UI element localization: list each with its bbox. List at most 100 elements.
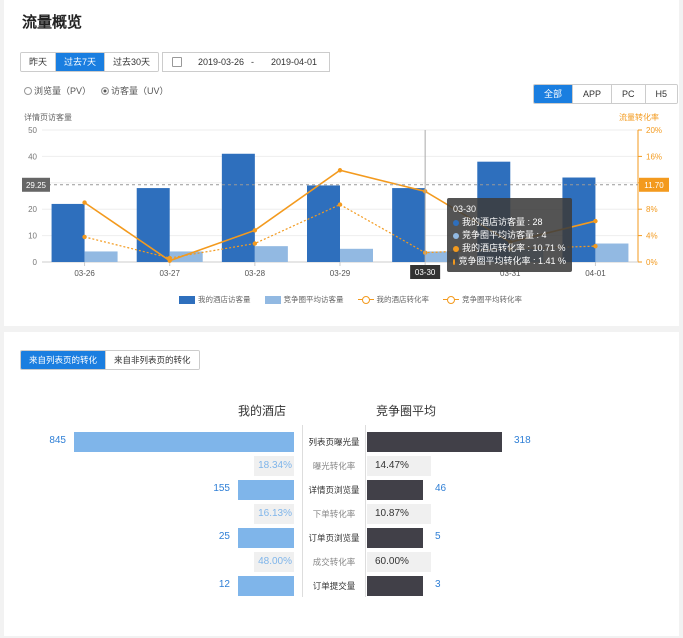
legend-line-icon — [357, 295, 374, 304]
funnel-bar-my-hotel — [238, 528, 294, 548]
date-separator: - — [251, 57, 254, 67]
bar-comp-visitors — [84, 251, 118, 262]
bar-comp-visitors — [595, 243, 629, 262]
funnel-rate-comp: 10.87% — [367, 504, 431, 524]
y2-tick-label: 20% — [646, 126, 662, 135]
tab-non-list-conversion[interactable]: 来自非列表页的转化 — [106, 351, 199, 369]
point-comp-rate — [252, 241, 258, 246]
radio-checked-icon — [101, 86, 110, 95]
bar-my-visitors — [51, 203, 85, 262]
funnel-stage-row: 12 3 订单提交量 — [4, 576, 679, 596]
funnel-value-my-hotel: 155 — [213, 483, 230, 494]
funnel-rate-comp: 14.47% — [367, 456, 431, 476]
funnel-bar-my-hotel — [238, 480, 294, 500]
tab-last-7-days[interactable]: 过去7天 — [56, 53, 106, 71]
legend-item-my-rate[interactable]: 我的酒店转化率 — [357, 294, 430, 305]
bar-comp-visitors — [254, 246, 288, 262]
radio-pv-label: 浏览量（PV） — [34, 86, 92, 96]
funnel-rate-row: 16.13% 10.87% 下单转化率 — [4, 504, 679, 524]
bar-my-visitors — [307, 185, 340, 262]
tooltip-row-text: 我的酒店转化率 : 10.71 % — [462, 243, 566, 253]
legend-swatch — [264, 295, 281, 304]
crosshair-y-label: 29.25 — [26, 181, 47, 190]
traffic-chart: 010203040500%4%8%12%16%20%03-2603-2703-2… — [22, 126, 669, 279]
legend-label: 竞争圈平均访客量 — [283, 295, 344, 304]
tooltip-row-text: 我的酒店访客量 : 28 — [462, 217, 543, 227]
funnel-bar-my-hotel — [74, 432, 294, 452]
tab-yesterday[interactable]: 昨天 — [21, 53, 57, 71]
traffic-overview-panel: 流量概览 昨天 过去7天 过去30天 2019-03-26 - 2019-04-… — [4, 0, 679, 326]
radio-pv[interactable]: 浏览量（PV） — [24, 84, 91, 97]
page-title: 流量概览 — [22, 14, 83, 31]
bar-my-visitors — [392, 188, 426, 262]
funnel-stage-row: 25 5 订单页浏览量 — [4, 528, 679, 548]
funnel-rate-my-hotel: 18.34% — [254, 456, 294, 476]
funnel-value-my-hotel: 25 — [218, 531, 230, 542]
point-comp-rate — [167, 255, 172, 261]
funnel-rate-row: 48.00% 60.00% 成交转化率 — [4, 552, 679, 572]
tab-h5[interactable]: H5 — [645, 85, 678, 103]
tab-list-conversion[interactable]: 来自列表页的转化 — [21, 351, 107, 369]
bullet-icon — [453, 245, 459, 252]
funnel-rate-comp: 60.00% — [367, 552, 431, 572]
y2-tick-label: 16% — [646, 152, 662, 161]
funnel-stage-row: 845 318 列表页曝光量 — [4, 432, 679, 452]
start-date: 2019-03-26 — [198, 57, 245, 67]
point-comp-rate — [82, 234, 87, 240]
point-comp-rate — [593, 243, 598, 249]
bullet-icon — [453, 258, 456, 265]
y-tick-label: 50 — [28, 126, 37, 135]
tooltip-title: 03-30 — [453, 204, 477, 214]
crosshair-y2-label: 11.70 — [644, 181, 664, 190]
funnel-value-my-hotel: 12 — [218, 579, 230, 590]
chart-legend: 我的酒店访客量 竞争圈平均访客量 我的酒店转化率 竞争圈平均转化率 — [179, 294, 522, 305]
end-date: 2019-04-01 — [271, 57, 318, 67]
legend-item-comp-rate[interactable]: 竞争圈平均转化率 — [443, 294, 522, 305]
funnel-rate-row: 18.34% 14.47% 曝光转化率 — [4, 456, 679, 476]
tab-last-30-days[interactable]: 过去30天 — [105, 53, 159, 71]
funnel-right-title: 竞争圈平均 — [376, 404, 437, 418]
x-tick-label: 03-26 — [74, 269, 95, 278]
tab-pc[interactable]: PC — [612, 85, 646, 103]
legend-item-my-visitors[interactable]: 我的酒店访客量 — [179, 294, 251, 305]
tooltip-row-text: 竞争圈平均转化率 : 1.41 % — [458, 256, 566, 266]
conversion-funnel-panel: 来自列表页的转化 来自非列表页的转化 我的酒店 竞争圈平均 845 318 列表页曝… — [4, 332, 679, 636]
funnel-rate-my-hotel: 16.13% — [254, 504, 294, 524]
tooltip-row: 我的酒店访客量 : 28 — [453, 216, 566, 229]
funnel-bar-my-hotel — [238, 576, 294, 596]
funnel-bar-comp — [367, 576, 423, 596]
tooltip-row: 竞争圈平均访客量 : 4 — [453, 229, 566, 242]
funnel-value-comp: 3 — [435, 579, 441, 590]
legend-label: 竞争圈平均转化率 — [462, 295, 522, 304]
tooltip-row: 我的酒店转化率 : 10.71 % — [453, 242, 566, 255]
tab-all[interactable]: 全部 — [534, 85, 574, 103]
legend-item-comp-visitors[interactable]: 竞争圈平均访客量 — [264, 294, 344, 305]
hover-x-label: 03-30 — [415, 268, 436, 277]
tab-app[interactable]: APP — [573, 85, 613, 103]
funnel-value-comp: 318 — [514, 435, 531, 446]
bullet-icon — [453, 232, 459, 239]
legend-label: 我的酒店转化率 — [376, 295, 430, 304]
funnel-stage-label: 列表页曝光量 — [308, 437, 360, 447]
y-tick-label: 10 — [28, 232, 37, 241]
funnel-stage-row: 155 46 详情页浏览量 — [4, 480, 679, 500]
funnel-stage-label: 下单转化率 — [312, 509, 356, 519]
legend-label: 我的酒店访客量 — [198, 295, 251, 304]
funnel-value-comp: 5 — [435, 531, 441, 542]
radio-uv[interactable]: 访客量（UV） — [101, 84, 169, 97]
funnel-value-my-hotel: 845 — [49, 435, 66, 446]
funnel-stage-label: 成交转化率 — [312, 557, 356, 567]
x-tick-label: 03-28 — [245, 269, 266, 278]
platform-tabs: 全部 APP PC H5 — [533, 84, 679, 104]
funnel-stage-label: 订单页浏览量 — [308, 533, 360, 543]
y2-tick-label: 0% — [646, 258, 658, 267]
funnel-left-title: 我的酒店 — [238, 404, 287, 418]
x-tick-label: 04-01 — [585, 269, 606, 278]
funnel-tabs: 来自列表页的转化 来自非列表页的转化 — [20, 350, 200, 370]
point-my-rate — [82, 200, 87, 205]
date-range-picker[interactable]: 2019-03-26 - 2019-04-01 — [162, 52, 330, 72]
funnel-stage-label: 详情页浏览量 — [308, 485, 360, 495]
legend-line-icon — [443, 295, 459, 304]
metric-radio-group: 浏览量（PV） 访客量（UV） — [24, 84, 169, 97]
y-tick-label: 40 — [28, 152, 37, 161]
